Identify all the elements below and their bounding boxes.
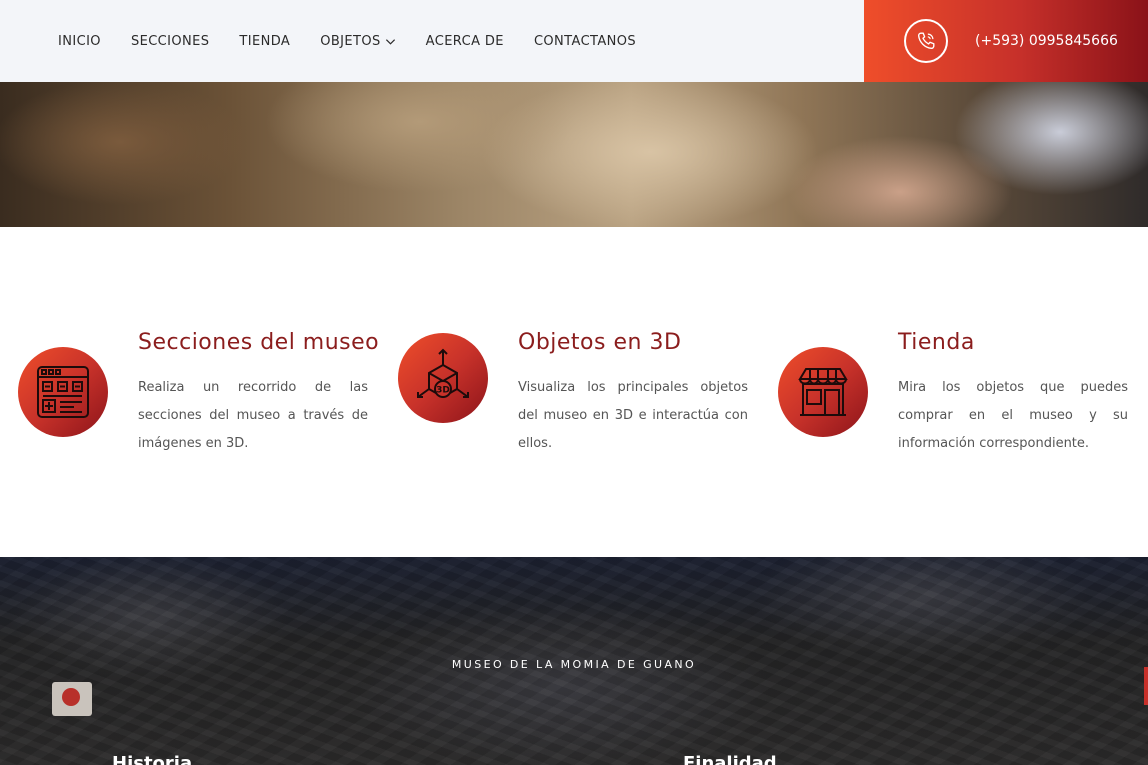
feature-title[interactable]: Objetos en 3D [518,330,681,355]
wall-sign-emblem [62,688,80,706]
nav-item-acerca[interactable]: ACERCA DE [426,34,504,49]
column-title-finalidad: Finalidad [683,753,777,765]
feature-title[interactable]: Tienda [898,330,975,355]
section-kicker: MUSEO DE LA MOMIA DE GUANO [451,658,697,671]
browser-grid-icon [18,347,108,437]
column-title-historia: Historia [112,753,193,765]
feature-objetos-3d[interactable]: 3D Objetos en 3D Visualiza los principal… [398,330,768,460]
nav-item-contactanos[interactable]: CONTACTANOS [534,34,636,49]
feature-description: Visualiza los principales objetos del mu… [518,380,748,451]
about-section: MUSEO DE LA MOMIA DE GUANO Historia Fina… [0,557,1148,765]
svg-text:3D: 3D [436,386,450,396]
feature-secciones[interactable]: Secciones del museo Realiza un recorrido… [18,330,388,460]
phone-contact[interactable]: (+593) 0995845666 [864,0,1148,82]
feature-title[interactable]: Secciones del museo [138,330,379,355]
feature-description: Mira los objetos que puedes comprar en e… [898,380,1128,451]
nav-item-objetos[interactable]: OBJETOS [320,34,395,49]
site-header: INICIO SECCIONES TIENDA OBJETOS ACERCA D… [0,0,1148,82]
main-nav: INICIO SECCIONES TIENDA OBJETOS ACERCA D… [58,0,666,82]
nav-item-tienda[interactable]: TIENDA [239,34,290,49]
nav-item-objetos-label: OBJETOS [320,33,381,49]
storefront-icon [778,347,868,437]
cube-3d-icon: 3D [398,333,488,423]
edge-accent [1144,667,1148,705]
phone-icon [904,19,948,63]
feature-description: Realiza un recorrido de las secciones de… [138,380,368,451]
feature-tienda[interactable]: Tienda Mira los objetos que puedes compr… [778,330,1148,460]
nav-item-secciones[interactable]: SECCIONES [131,34,209,49]
hero-image [0,82,1148,227]
chevron-down-icon [385,38,395,45]
nav-item-inicio[interactable]: INICIO [58,34,101,49]
phone-number[interactable]: (+593) 0995845666 [975,33,1118,49]
